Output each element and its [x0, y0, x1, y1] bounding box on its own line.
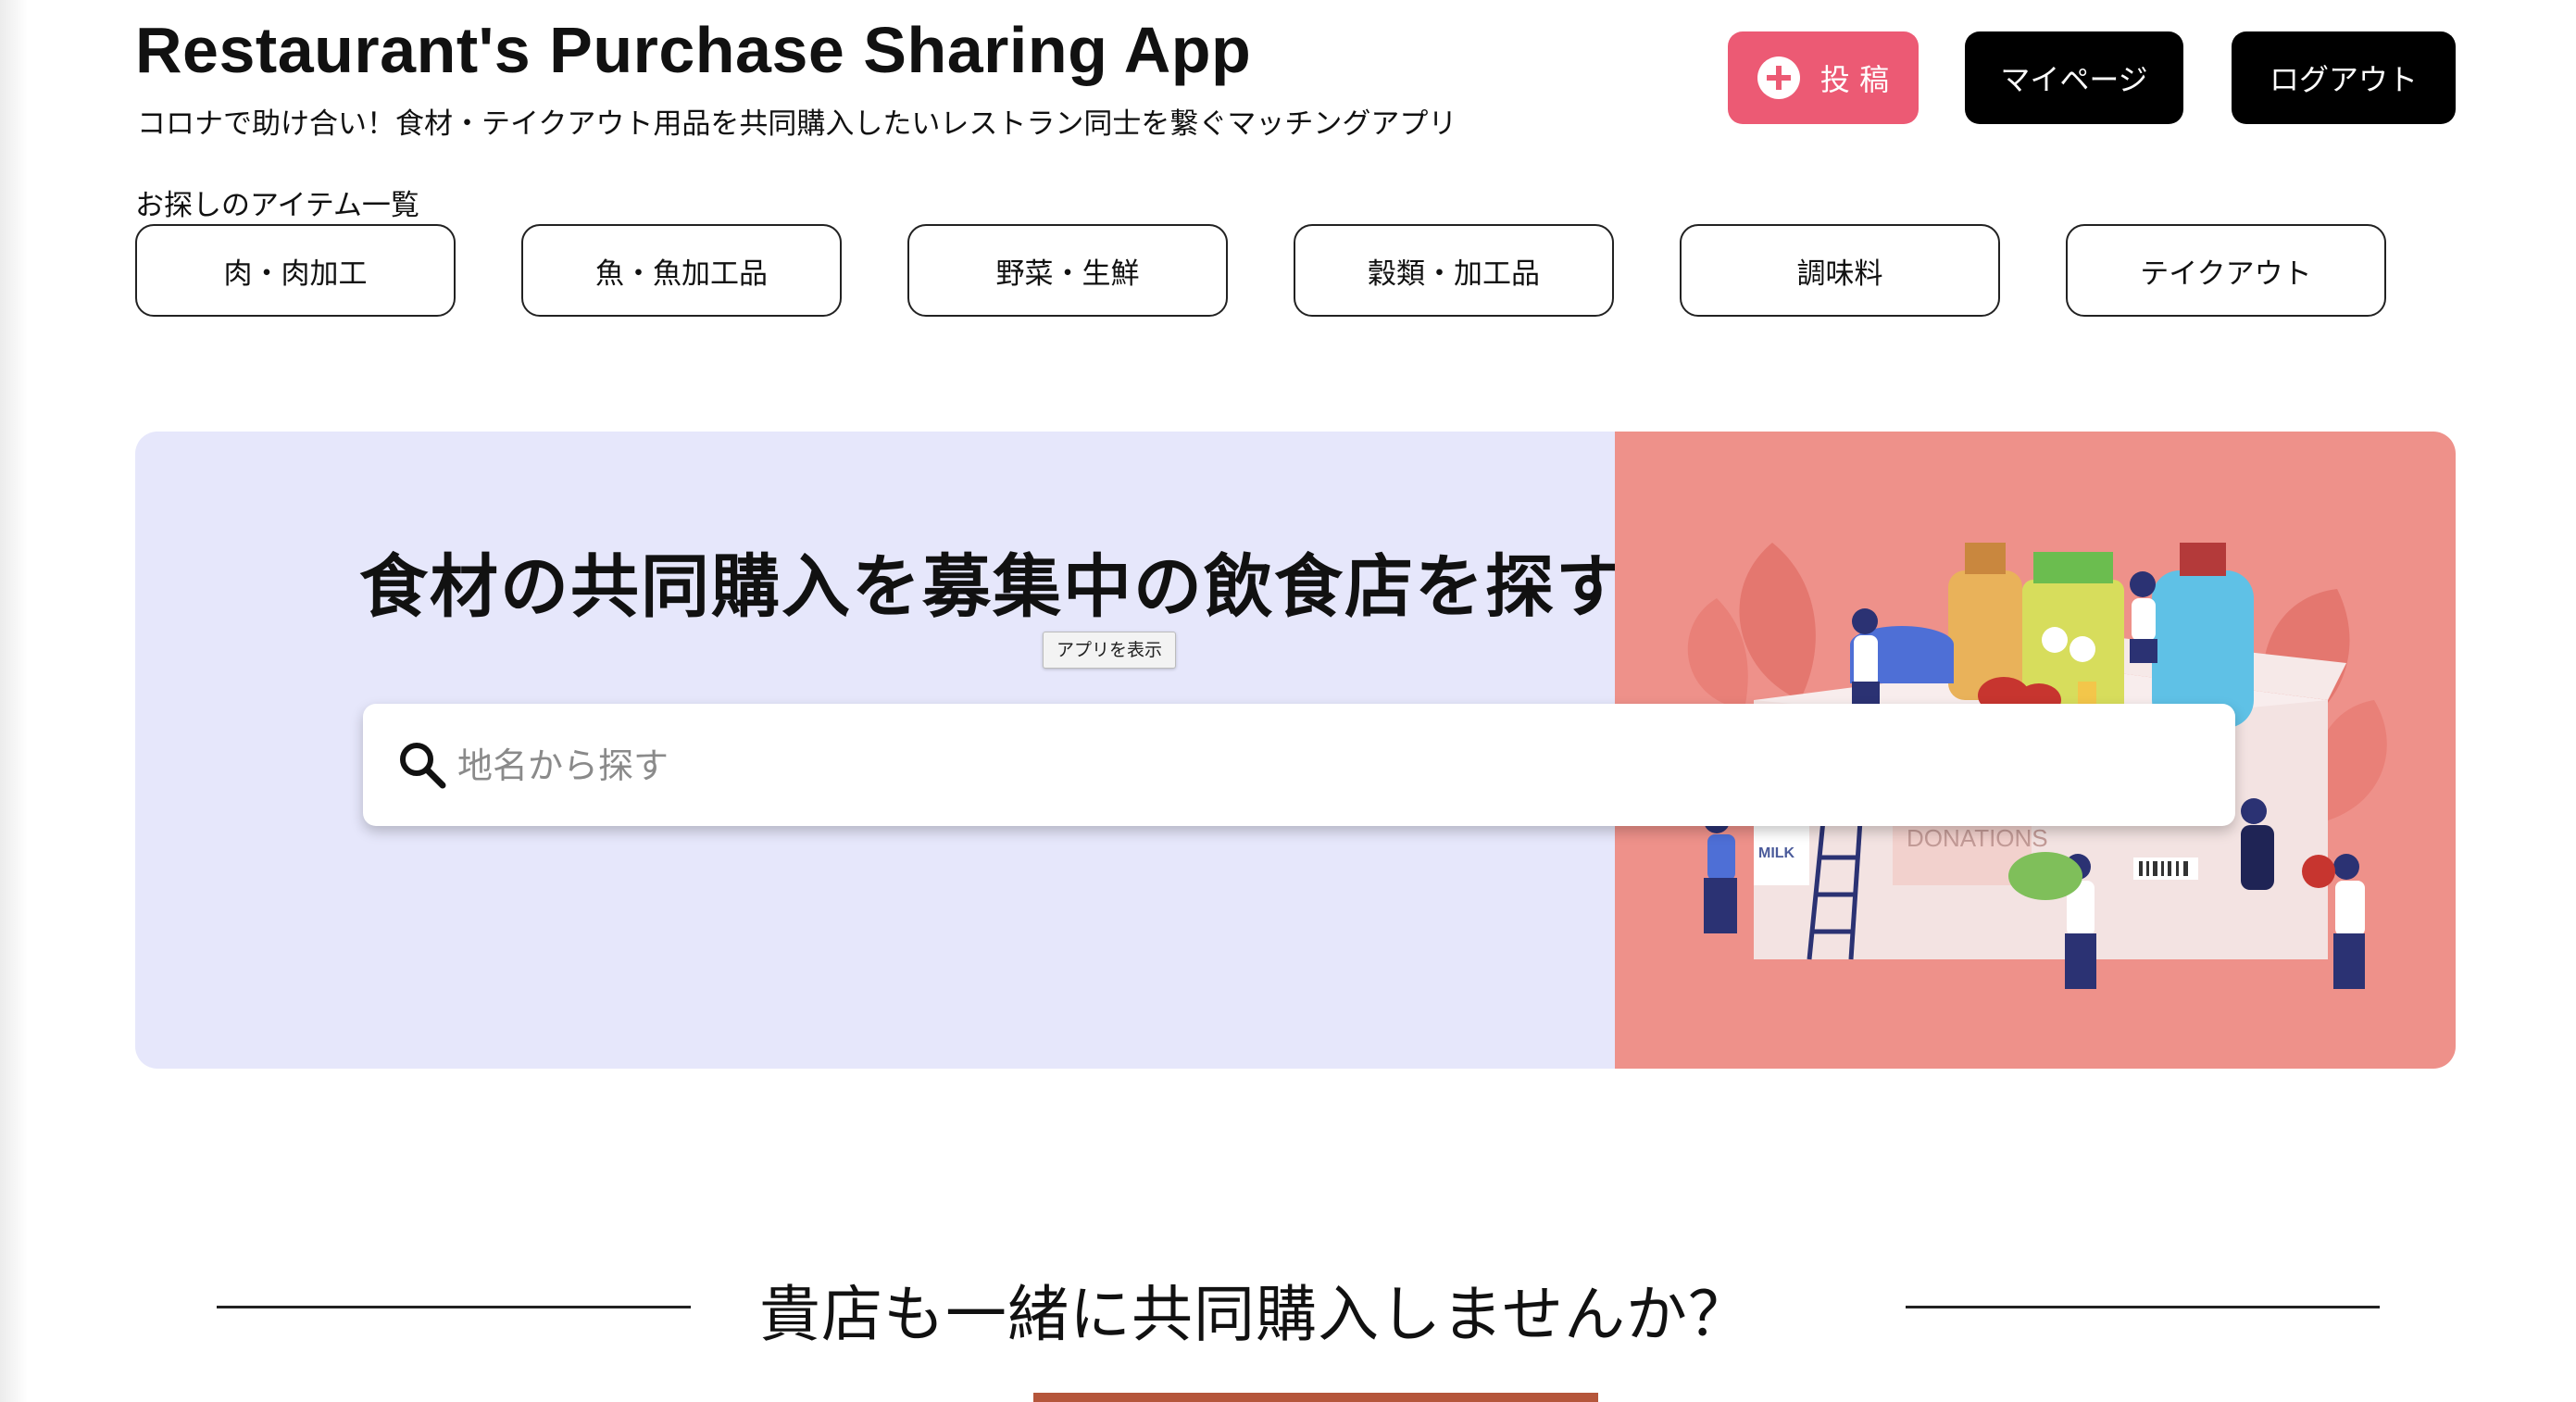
hero-title: 食材の共同購入を募集中の飲食店を探す	[359, 547, 1626, 627]
donations-label: DONATIONS	[1907, 824, 2048, 852]
app-title[interactable]: Restaurant's Purchase Sharing App	[135, 13, 1251, 87]
location-search-input[interactable]	[456, 704, 2200, 828]
category-heading: お探しのアイテム一覧	[135, 189, 419, 222]
category-button-vegetables[interactable]: 野菜・生鮮	[907, 224, 1228, 317]
category-button-takeout[interactable]: テイクアウト	[2066, 224, 2386, 317]
category-button-seasoning[interactable]: 調味料	[1680, 224, 2000, 317]
category-button-grains[interactable]: 穀類・加工品	[1294, 224, 1614, 317]
hero-banner: 食材の共同購入を募集中の飲食店を探す アプリを表示 DONATIONS MILK…	[135, 432, 2456, 1069]
section-divider-left	[217, 1306, 691, 1308]
post-button[interactable]: 投 稿	[1728, 31, 1919, 124]
location-search-box[interactable]	[363, 704, 2235, 828]
milk-label: MILK	[1758, 845, 1795, 861]
tooltip: アプリを表示	[1043, 632, 1177, 669]
app-subtitle: コロナで助け合い！食材・テイクアウト用品を共同購入したいレストラン同士を繋ぐマッ…	[137, 107, 1457, 141]
section-divider-right	[1906, 1306, 2380, 1308]
page-edge-shade	[0, 0, 28, 1402]
logout-button[interactable]: ログアウト	[2232, 31, 2456, 124]
section-title: 貴店も一緒に共同購入しませんか？	[759, 1279, 1751, 1350]
category-button-fish[interactable]: 魚・魚加工品	[521, 224, 842, 317]
content-card-top-edge	[1033, 1393, 1598, 1402]
mypage-button[interactable]: マイページ	[1965, 31, 2183, 124]
search-icon	[400, 743, 446, 789]
category-button-meat[interactable]: 肉・肉加工	[135, 224, 456, 317]
plus-circle-icon	[1757, 56, 1800, 99]
post-button-label: 投 稿	[1819, 62, 1890, 97]
